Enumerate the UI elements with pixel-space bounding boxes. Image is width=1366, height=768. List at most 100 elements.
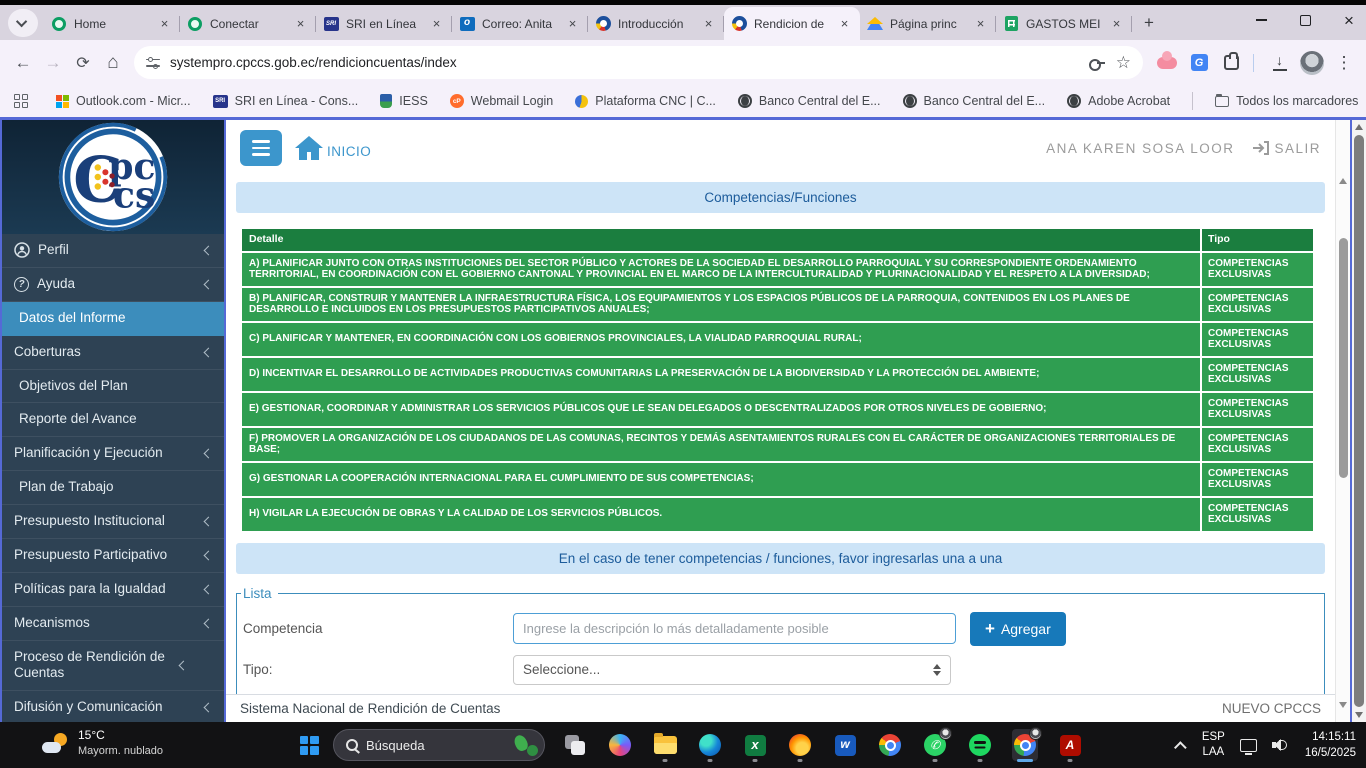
scroll-down-arrow[interactable] <box>1352 712 1366 718</box>
bookmark-webmail[interactable]: Webmail Login <box>450 94 553 108</box>
edge-button[interactable] <box>697 729 723 761</box>
sidebar-item-planificacion-ejecucion[interactable]: Planificación y Ejecución <box>2 437 224 471</box>
tray-expand-icon[interactable] <box>1174 741 1187 754</box>
close-icon[interactable] <box>972 15 989 32</box>
start-button[interactable] <box>294 730 324 760</box>
apps-grid-icon[interactable] <box>14 94 28 108</box>
sidebar-item-ayuda[interactable]: Ayuda <box>2 268 224 302</box>
sidebar-item-proceso-rendicion[interactable]: Proceso de Rendición de Cuentas <box>2 641 224 692</box>
close-window-button[interactable] <box>1342 13 1356 27</box>
forward-button[interactable] <box>38 48 68 78</box>
scroll-down-arrow[interactable] <box>1336 702 1350 708</box>
tab-sri[interactable]: SRI en Línea <box>316 7 452 40</box>
taskbar-weather[interactable]: 15°C Mayorm. nublado <box>42 728 163 758</box>
language-indicator[interactable]: ESP LAA <box>1202 730 1225 760</box>
cell-tipo: COMPETENCIAS EXCLUSIVAS <box>1200 288 1313 321</box>
cell-tipo: COMPETENCIAS EXCLUSIVAS <box>1200 393 1313 426</box>
tab-correo[interactable]: Correo: Anita <box>452 7 588 40</box>
competencia-input[interactable] <box>513 613 956 644</box>
sidebar-item-plan-trabajo[interactable]: Plan de Trabajo <box>2 471 224 505</box>
scroll-up-arrow[interactable] <box>1352 124 1366 130</box>
chrome-button[interactable] <box>877 729 903 761</box>
back-button[interactable] <box>8 48 38 78</box>
bookmark-cnc[interactable]: Plataforma CNC | C... <box>575 94 716 108</box>
sidebar-item-politicas-igualdad[interactable]: Políticas para la Igualdad <box>2 573 224 607</box>
chevron-left-icon <box>179 660 189 670</box>
address-bar[interactable]: systempro.cpccs.gob.ec/rendicioncuentas/… <box>134 46 1143 79</box>
tab-home[interactable]: Home <box>44 7 180 40</box>
home-button[interactable] <box>98 48 128 78</box>
volume-icon[interactable] <box>1272 738 1290 752</box>
site-settings-icon[interactable] <box>146 57 160 69</box>
whatsapp-button[interactable] <box>922 729 948 761</box>
hamburger-menu-button[interactable] <box>240 130 282 166</box>
acrobat-button[interactable] <box>1057 729 1083 761</box>
password-key-icon[interactable] <box>1088 54 1106 72</box>
close-icon[interactable] <box>428 15 445 32</box>
firefox-button[interactable] <box>787 729 813 761</box>
spotify-button[interactable] <box>967 729 993 761</box>
sidebar-item-datos-informe[interactable]: Datos del Informe <box>2 302 224 336</box>
task-view-button[interactable] <box>562 729 588 761</box>
sidebar-item-presupuesto-institucional[interactable]: Presupuesto Institucional <box>2 505 224 539</box>
maximize-button[interactable] <box>1298 13 1312 27</box>
browser-scrollbar[interactable] <box>1352 120 1366 722</box>
tipo-select[interactable]: Seleccione... <box>513 655 951 685</box>
reload-button[interactable] <box>68 48 98 78</box>
bookmark-banco-central-1[interactable]: Banco Central del E... <box>738 94 881 108</box>
copilot-button[interactable] <box>607 729 633 761</box>
all-bookmarks-button[interactable]: Todos los marcadores <box>1215 94 1358 108</box>
sidebar-item-difusion[interactable]: Difusión y Comunicación <box>2 691 224 722</box>
profile-avatar[interactable] <box>1298 49 1326 77</box>
close-icon[interactable] <box>700 15 717 32</box>
tab-rendicion-active[interactable]: Rendicion de <box>724 7 860 40</box>
translate-icon[interactable] <box>1185 49 1213 77</box>
extensions-puzzle-icon[interactable] <box>1217 49 1245 77</box>
bookmark-outlook[interactable]: Outlook.com - Micr... <box>56 94 191 108</box>
new-tab-button[interactable] <box>1136 10 1162 36</box>
excel-button[interactable] <box>742 729 768 761</box>
tab-conectar[interactable]: Conectar <box>180 7 316 40</box>
tab-pagina-principal[interactable]: Página princ <box>860 7 996 40</box>
scrollbar-thumb[interactable] <box>1339 238 1348 478</box>
close-icon[interactable] <box>836 15 853 32</box>
inicio-link[interactable]: INICIO <box>294 135 371 161</box>
close-icon[interactable] <box>292 15 309 32</box>
sidebar-item-mecanismos[interactable]: Mecanismos <box>2 607 224 641</box>
bookmark-adobe[interactable]: Adobe Acrobat <box>1067 94 1170 108</box>
scroll-up-arrow[interactable] <box>1336 178 1350 184</box>
logout-button[interactable]: SALIR <box>1252 141 1321 156</box>
close-icon[interactable] <box>564 15 581 32</box>
close-icon[interactable] <box>156 15 173 32</box>
bookmark-sri[interactable]: SRI en Línea - Cons... <box>213 94 359 108</box>
bookmark-iess[interactable]: IESS <box>380 94 428 108</box>
clock[interactable]: 14:15:11 16/5/2025 <box>1305 729 1356 761</box>
taskbar-search[interactable]: Búsqueda <box>333 729 545 761</box>
browser-menu-icon[interactable] <box>1330 49 1358 77</box>
file-explorer-button[interactable] <box>652 729 678 761</box>
agregar-button[interactable]: Agregar <box>970 612 1066 646</box>
sidebar-item-reporte-avance[interactable]: Reporte del Avance <box>2 403 224 437</box>
sri-icon <box>213 95 228 108</box>
sidebar-item-perfil[interactable]: Perfil <box>2 234 224 268</box>
tab-gastos[interactable]: GASTOS MEI <box>996 7 1132 40</box>
page-scrollbar[interactable] <box>1335 120 1352 722</box>
lang-line2: LAA <box>1202 745 1225 760</box>
url-text[interactable]: systempro.cpccs.gob.ec/rendicioncuentas/… <box>170 55 1078 70</box>
tab-search-button[interactable] <box>8 9 38 37</box>
bookmark-banco-central-2[interactable]: Banco Central del E... <box>903 94 1046 108</box>
downloads-icon[interactable] <box>1266 49 1294 77</box>
sidebar-item-coberturas[interactable]: Coberturas <box>2 336 224 370</box>
scrollbar-thumb[interactable] <box>1354 135 1364 707</box>
extension-cloud-icon[interactable] <box>1153 49 1181 77</box>
sidebar-item-objetivos-plan[interactable]: Objetivos del Plan <box>2 370 224 404</box>
chrome-active-button[interactable] <box>1012 729 1038 761</box>
close-icon[interactable] <box>1108 15 1125 32</box>
bookmark-star-icon[interactable] <box>1116 53 1131 73</box>
tab-introduccion[interactable]: Introducción <box>588 7 724 40</box>
minimize-button[interactable] <box>1254 13 1268 27</box>
network-icon[interactable] <box>1240 739 1257 752</box>
word-button[interactable] <box>832 729 858 761</box>
chevron-left-icon <box>204 516 214 526</box>
sidebar-item-presupuesto-participativo[interactable]: Presupuesto Participativo <box>2 539 224 573</box>
